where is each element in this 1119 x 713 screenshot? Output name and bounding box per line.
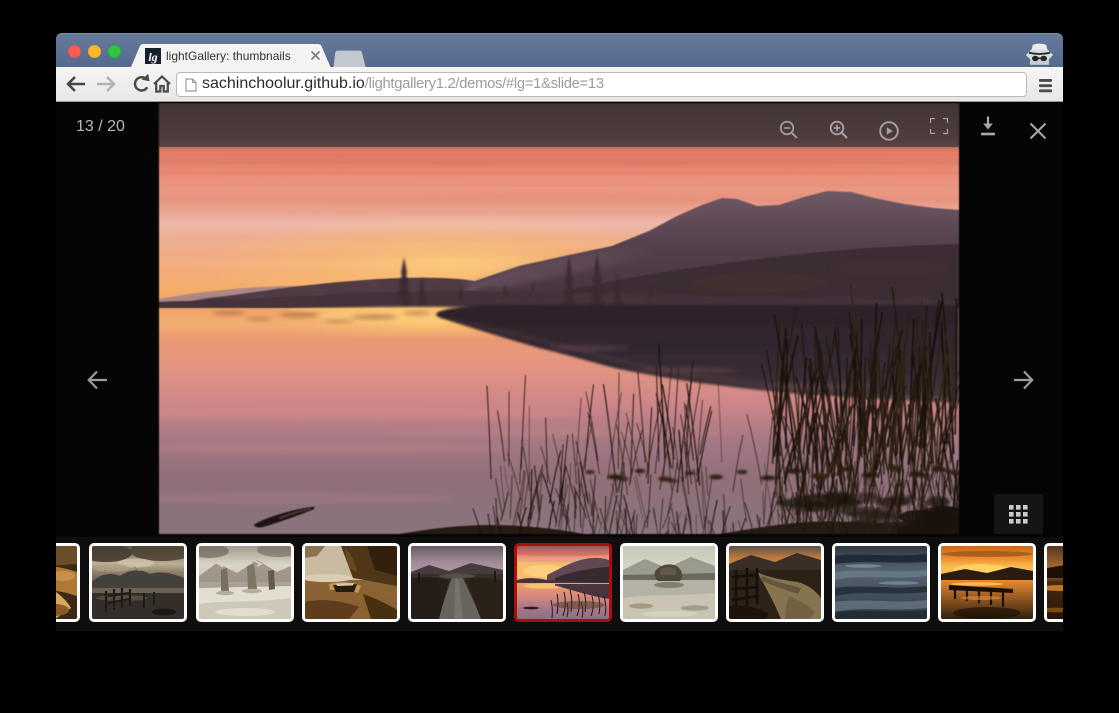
svg-text:lg: lg: [148, 50, 157, 64]
